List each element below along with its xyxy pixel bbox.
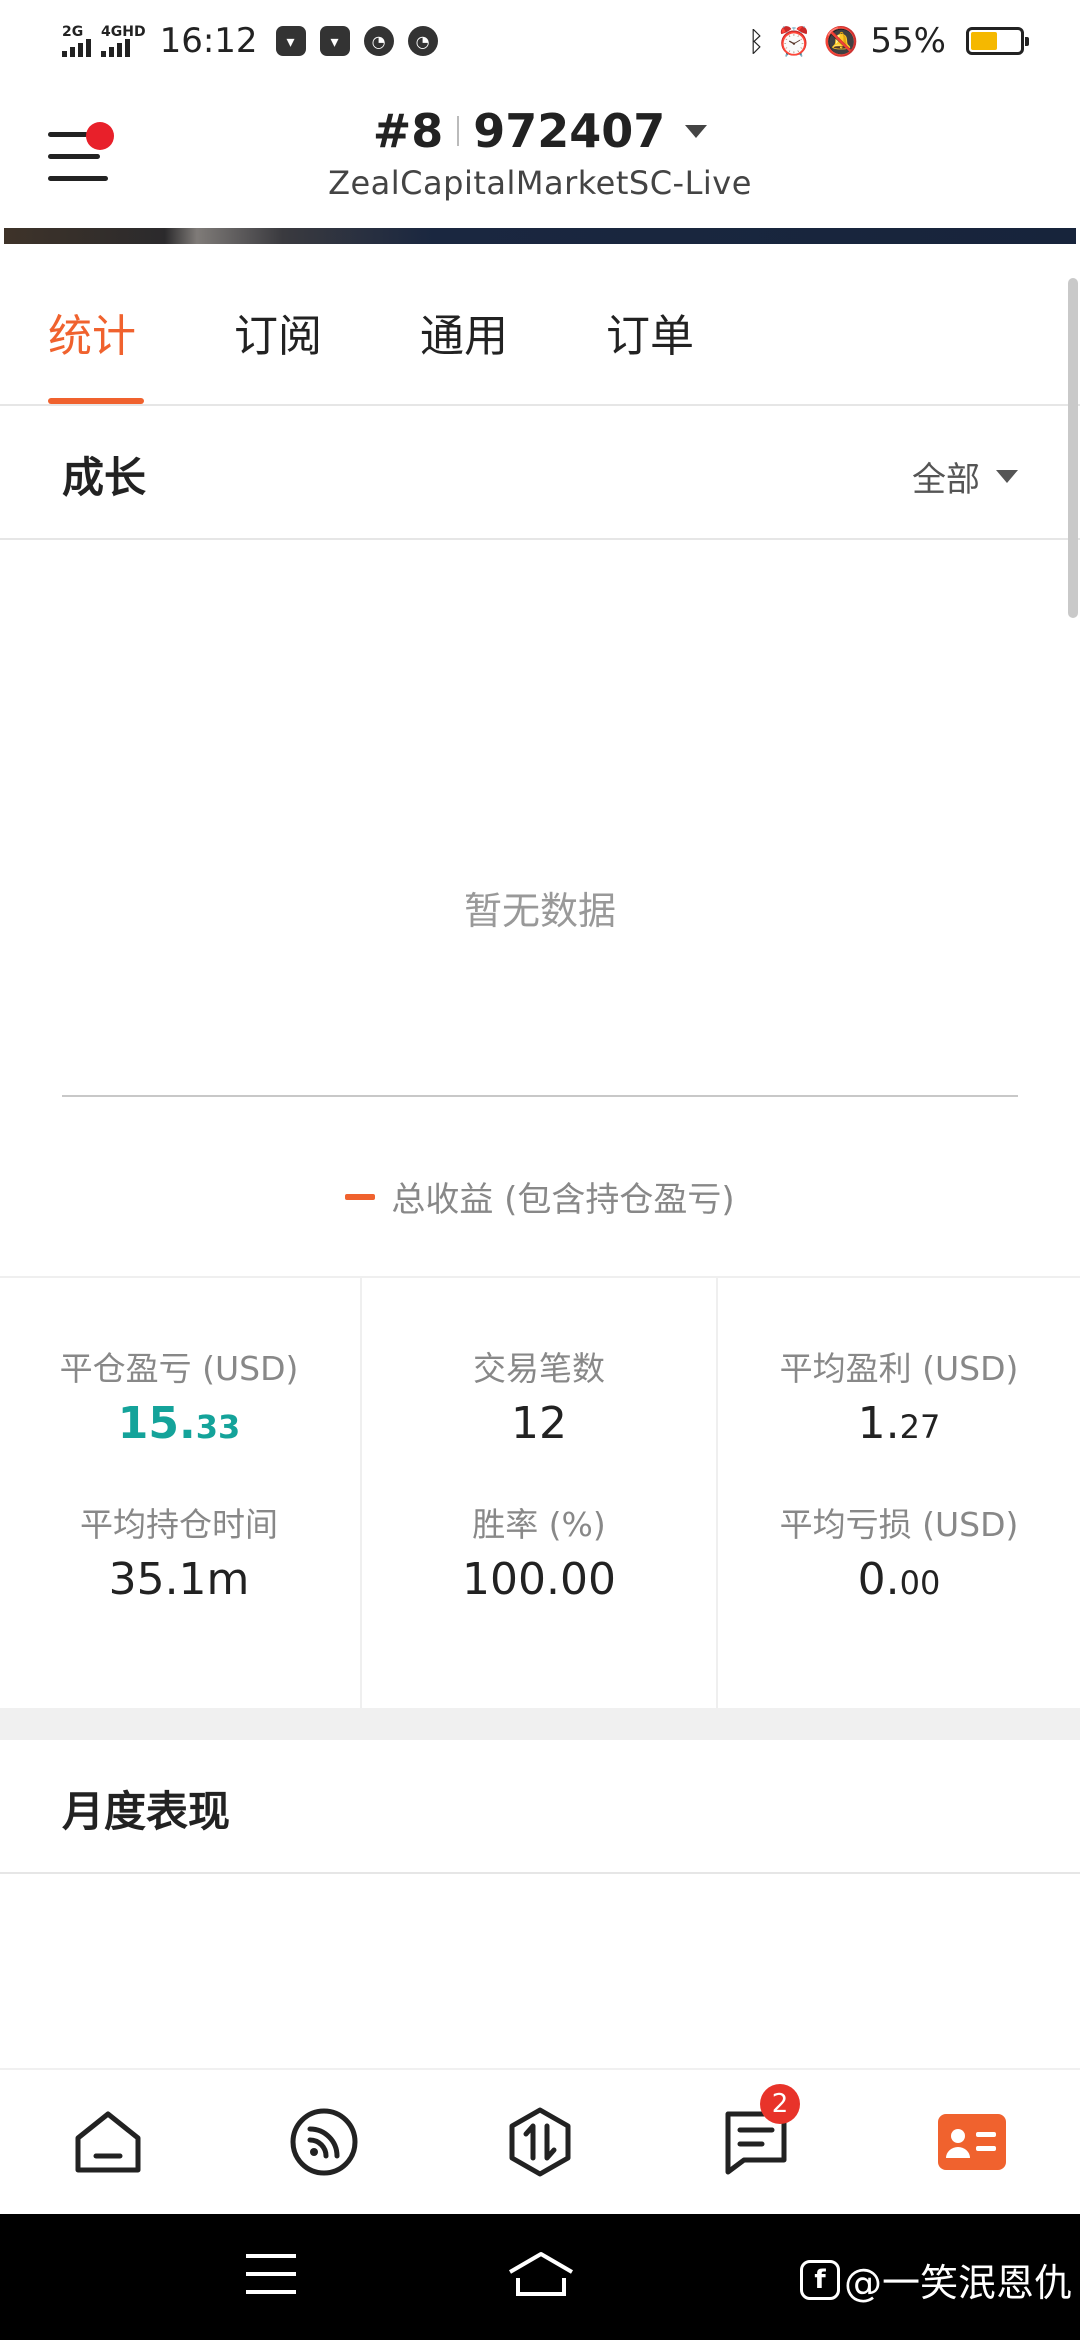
account-separator [457, 116, 460, 146]
nav-trade[interactable] [502, 2104, 578, 2180]
stat-value-int: 15. [117, 1398, 196, 1449]
status-bar: 2G 4GHD 16:12 ▾ ▾ ◔ ◔ ᛒ ⏰ 🔕 55% [0, 0, 1080, 82]
nav-profile[interactable] [934, 2104, 1010, 2180]
status-right: ᛒ ⏰ 🔕 55% [747, 21, 1029, 61]
chevron-down-icon [685, 124, 708, 138]
stat-value: 35.1m [108, 1554, 250, 1605]
battery-fill [971, 32, 997, 50]
stat-value: 15.33 [0, 1398, 358, 1449]
stat-trade-count: 交易笔数 12 [362, 1342, 716, 1449]
chart-axis-line [62, 1095, 1018, 1097]
range-filter-dropdown[interactable]: 全部 [912, 452, 1018, 501]
stat-label: 平仓盈亏 (USD) [59, 1349, 299, 1388]
home-icon [75, 2111, 141, 2173]
stats-column: 平仓盈亏 (USD) 15.33 平均持仓时间 35.1m [0, 1278, 358, 1708]
stat-value: 12 [511, 1398, 567, 1449]
growth-header: 成长 全部 [0, 406, 1080, 540]
notification-icons: ▾ ▾ ◔ ◔ [275, 26, 438, 56]
legend-label: 总收益 (包含持仓盈亏) [391, 1180, 735, 1220]
server-name: ZealCapitalMarketSC-Live [328, 164, 752, 202]
watermark-logo-icon: f [800, 2259, 840, 2300]
stat-label: 平均亏损 (USD) [779, 1505, 1019, 1544]
section-divider [0, 1708, 1080, 1740]
account-prefix: #8 [372, 104, 444, 158]
stat-value-dec: 00 [899, 1564, 941, 1602]
banner-image [4, 228, 1076, 244]
compass-notification-icon: ◔ [407, 26, 438, 56]
alarm-icon: ⏰ [776, 24, 812, 58]
active-tab-indicator [48, 398, 144, 404]
stat-label: 平均盈利 (USD) [779, 1349, 1019, 1388]
monthly-header: 月度表现 [0, 1740, 1080, 1874]
stat-value-int: 1. [857, 1398, 900, 1449]
stat-label: 交易笔数 [473, 1349, 605, 1388]
app-notification-icon: ▾ [319, 26, 350, 56]
account-switcher[interactable]: #8 972407 ZealCapitalMarketSC-Live [0, 104, 1080, 202]
stats-column: 交易笔数 12 胜率 (%) 100.00 [360, 1278, 718, 1708]
nav-messages[interactable]: 2 [718, 2084, 800, 2180]
stat-label: 平均持仓时间 [80, 1505, 278, 1544]
stat-win-rate: 胜率 (%) 100.00 [362, 1498, 716, 1605]
signal-indicators: 2G 4GHD [62, 25, 146, 57]
app-notification-icon: ▾ [275, 26, 306, 56]
stat-avg-hold-time: 平均持仓时间 35.1m [0, 1498, 358, 1605]
stat-value-dec: 33 [195, 1408, 241, 1446]
tab-statistics[interactable]: 统计 [48, 300, 136, 364]
system-nav-bar: f @一笑泯恩仇 [0, 2214, 1080, 2340]
watermark: f @一笑泯恩仇 [800, 2252, 1072, 2307]
battery-icon [966, 27, 1029, 55]
home-nav-icon[interactable] [506, 2250, 576, 2300]
caret-down-icon [996, 470, 1018, 483]
account-number: 972407 [473, 104, 666, 158]
watermark-text: @一笑泯恩仇 [844, 2261, 1073, 2305]
app-header: #8 972407 ZealCapitalMarketSC-Live [0, 82, 1080, 230]
growth-chart: 暂无数据 总收益 (包含持仓盈亏) [0, 540, 1080, 1275]
tab-orders[interactable]: 订单 [606, 300, 694, 364]
monthly-title: 月度表现 [62, 1787, 231, 1836]
app-screen: 2G 4GHD 16:12 ▾ ▾ ◔ ◔ ᛒ ⏰ 🔕 55% #8 97240… [0, 0, 1080, 2340]
clock: 16:12 [159, 21, 258, 61]
stat-avg-profit: 平均盈利 (USD) 1.27 [720, 1342, 1078, 1449]
signal-2g-icon: 2G [62, 25, 91, 57]
range-filter-label: 全部 [912, 460, 980, 500]
legend-swatch [345, 1193, 376, 1200]
network-4g-label: 4GHD [101, 24, 146, 40]
stat-value-dec: 27 [899, 1408, 941, 1446]
tab-general[interactable]: 通用 [420, 300, 508, 364]
bluetooth-icon: ᛒ [747, 24, 765, 58]
stat-value: 100.00 [462, 1554, 616, 1605]
mute-icon: 🔕 [823, 24, 859, 58]
stat-closed-pnl: 平仓盈亏 (USD) 15.33 [0, 1342, 358, 1449]
stat-avg-loss: 平均亏损 (USD) 0.00 [720, 1498, 1078, 1605]
feed-icon [290, 2108, 358, 2176]
stat-value: 0.00 [720, 1554, 1078, 1605]
stats-column: 平均盈利 (USD) 1.27 平均亏损 (USD) 0.00 [720, 1278, 1078, 1708]
bottom-nav: 2 [0, 2068, 1080, 2214]
trade-icon [509, 2107, 571, 2177]
stat-label: 胜率 (%) [472, 1505, 606, 1544]
compass-notification-icon: ◔ [363, 26, 394, 56]
scrollbar[interactable] [1068, 278, 1078, 618]
stat-value: 1.27 [720, 1398, 1078, 1449]
recents-menu-icon[interactable] [244, 2250, 298, 2300]
stats-grid: 平仓盈亏 (USD) 15.33 平均持仓时间 35.1m 交易笔数 12 胜率… [0, 1276, 1080, 1708]
growth-title: 成长 [62, 453, 147, 502]
stat-value-int: 0. [857, 1554, 900, 1605]
tab-subscriptions[interactable]: 订阅 [234, 300, 322, 364]
battery-percent: 55% [870, 21, 946, 61]
network-2g-label: 2G [62, 24, 84, 40]
chart-legend: 总收益 (包含持仓盈亏) [0, 1172, 1080, 1221]
signal-4g-icon: 4GHD [101, 25, 146, 57]
profile-card-icon [938, 2114, 1006, 2170]
nav-feed[interactable] [286, 2104, 362, 2180]
empty-state-text: 暂无数据 [463, 889, 616, 933]
nav-home[interactable] [70, 2104, 146, 2180]
messages-badge: 2 [760, 2084, 800, 2124]
tab-bar: 统计 订阅 通用 订单 [0, 244, 1080, 406]
